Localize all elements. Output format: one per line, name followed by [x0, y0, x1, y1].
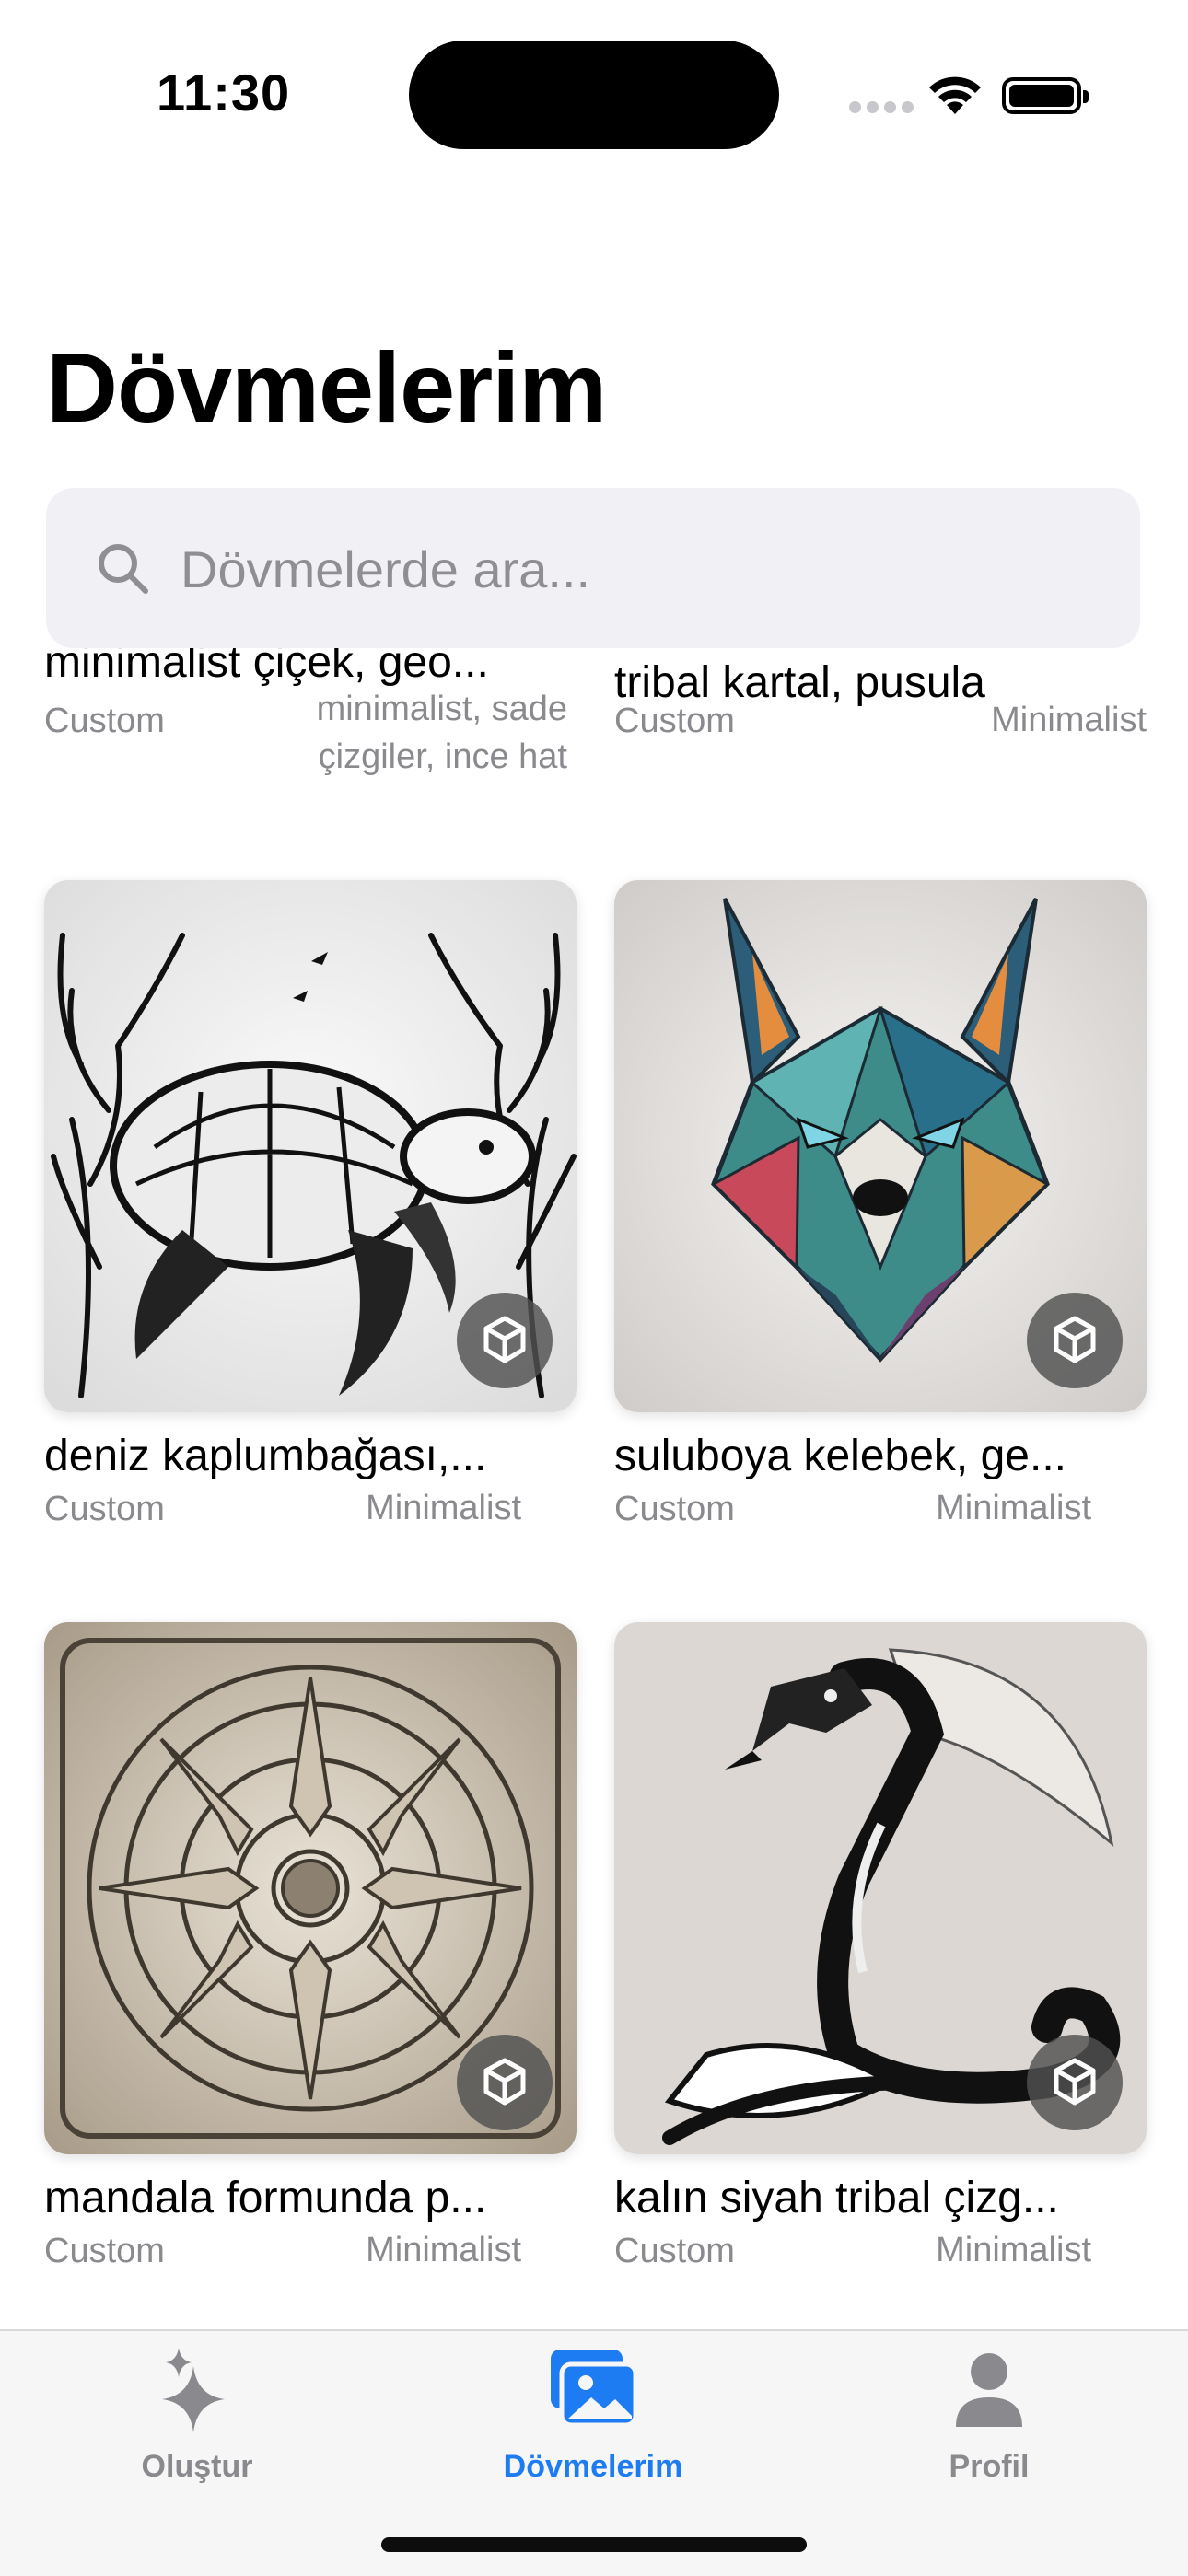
- sparkles-icon: [162, 2348, 225, 2432]
- tattoo-card[interactable]: kalın siyah tribal çizg... Custom Minima…: [614, 1622, 1147, 2285]
- wifi-icon: [929, 76, 981, 114]
- tattoo-card[interactable]: minimalist çiçek, geo... Custom minimali…: [44, 648, 577, 795]
- ar-view-button[interactable]: [1027, 1293, 1123, 1388]
- tab-create[interactable]: Oluştur: [59, 2331, 335, 2515]
- card-category: Custom: [614, 1490, 735, 1528]
- ar-cube-icon: [1054, 1316, 1096, 1363]
- card-style: Minimalist: [936, 1489, 1091, 1527]
- tattoo-image-dragon[interactable]: [614, 1622, 1147, 2154]
- person-icon: [956, 2353, 1022, 2427]
- card-title: minimalist çiçek, geo...: [44, 648, 489, 687]
- tab-label: Profil: [949, 2449, 1030, 2484]
- card-style: Minimalist: [991, 701, 1147, 739]
- ar-view-button[interactable]: [1027, 2035, 1123, 2130]
- card-title: kalın siyah tribal çizg...: [614, 2174, 1059, 2222]
- status-bar: 11:30: [0, 0, 1188, 184]
- card-category: Custom: [614, 2232, 735, 2270]
- tattoo-grid[interactable]: minimalist çiçek, geo... Custom minimali…: [0, 648, 1188, 2331]
- card-style: minimalist, sade çizgiler, ince hat: [316, 690, 567, 776]
- tattoo-card[interactable]: tribal kartal, pusula Custom Minimalist: [614, 648, 1147, 795]
- photos-icon: [551, 2350, 638, 2428]
- tab-label: Dövmelerim: [503, 2449, 683, 2484]
- tab-profile[interactable]: Profil: [851, 2331, 1127, 2515]
- ar-view-button[interactable]: [457, 1293, 553, 1388]
- card-category: Custom: [614, 702, 735, 740]
- tattoo-card[interactable]: suluboya kelebek, ge... Custom Minimalis…: [614, 880, 1147, 1543]
- ar-view-button[interactable]: [457, 2035, 553, 2130]
- tattoo-image-turtle[interactable]: [44, 880, 577, 1412]
- ar-cube-icon: [1054, 2058, 1096, 2106]
- ar-cube-icon: [483, 1316, 526, 1363]
- tab-label: Oluştur: [141, 2449, 253, 2484]
- search-input[interactable]: [179, 528, 1085, 609]
- status-time: 11:30: [157, 64, 291, 122]
- dynamic-island: [409, 41, 779, 149]
- ar-cube-icon: [483, 2058, 526, 2106]
- card-title: deniz kaplumbağası,...: [44, 1432, 487, 1480]
- tattoo-image-wolf[interactable]: [614, 880, 1147, 1412]
- card-category: Custom: [44, 2232, 165, 2270]
- card-style: Minimalist: [936, 2231, 1091, 2269]
- card-category: Custom: [44, 702, 165, 740]
- card-style: Minimalist: [366, 1489, 521, 1527]
- tattoo-card[interactable]: mandala formunda p... Custom Minimalist: [44, 1622, 577, 2285]
- tab-my-tattoos[interactable]: Dövmelerim: [455, 2331, 731, 2515]
- search-icon: [99, 544, 148, 594]
- battery-icon: [1002, 77, 1089, 114]
- card-category: Custom: [44, 1490, 165, 1528]
- tattoo-image-mandala[interactable]: [44, 1622, 577, 2154]
- card-title: mandala formunda p...: [44, 2174, 487, 2222]
- home-indicator: [381, 2537, 807, 2552]
- card-style: Minimalist: [366, 2231, 521, 2269]
- card-title: suluboya kelebek, ge...: [614, 1432, 1066, 1480]
- page-title: Dövmelerim: [46, 331, 607, 443]
- tattoo-card[interactable]: deniz kaplumbağası,... Custom Minimalist: [44, 880, 577, 1543]
- search-bar[interactable]: [46, 488, 1140, 648]
- cellular-signal-icon: [849, 101, 914, 116]
